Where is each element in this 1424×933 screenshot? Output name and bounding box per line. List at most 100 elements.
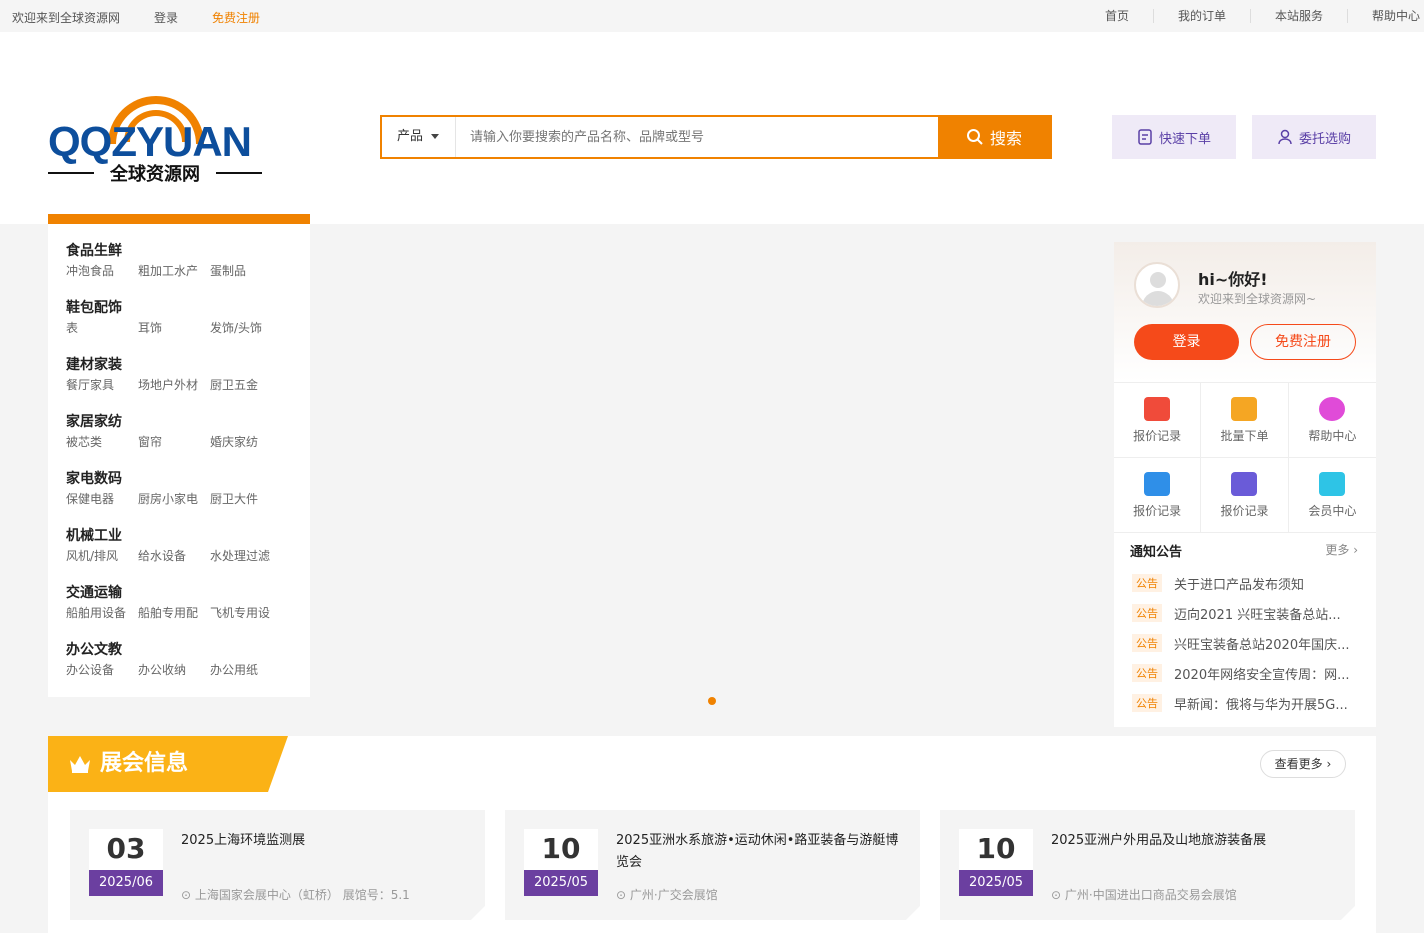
panel-register-button[interactable]: 免费注册 — [1250, 324, 1356, 360]
top-link-home[interactable]: 首页 — [1081, 9, 1153, 23]
register-link[interactable]: 免费注册 — [212, 9, 260, 26]
category-title[interactable]: 交通运输 — [66, 582, 310, 604]
subcategory-link[interactable]: 风机/排风 — [66, 547, 138, 564]
subcategory-link[interactable]: 表 — [66, 319, 138, 336]
notice-tag: 公告 — [1132, 574, 1162, 592]
shortcut-quote-records-2[interactable]: 报价记录 — [1114, 458, 1202, 533]
subcategory-link[interactable]: 耳饰 — [138, 319, 210, 336]
subcategory-link[interactable]: 窗帘 — [138, 433, 210, 450]
subcategory-link[interactable]: 办公用纸 — [210, 661, 282, 678]
expo-day: 03 — [106, 832, 146, 865]
top-link-orders[interactable]: 我的订单 — [1152, 9, 1250, 23]
search-input[interactable] — [456, 117, 938, 157]
subcategory-link[interactable]: 办公设备 — [66, 661, 138, 678]
entrust-button[interactable]: 委托选购 — [1252, 115, 1376, 159]
cart-icon — [1231, 396, 1258, 421]
notice-item[interactable]: 公告 迈向2021 兴旺宝装备总站... — [1132, 598, 1360, 628]
subcategory-link[interactable]: 婚庆家纺 — [210, 433, 282, 450]
notice-more-label: 更多 — [1325, 543, 1350, 557]
shortcut-bulk-order[interactable]: 批量下单 — [1201, 383, 1289, 458]
user-icon — [1278, 129, 1292, 145]
category-group: 建材家装 餐厅家具 场地户外材 厨卫五金 — [66, 354, 310, 411]
shortcut-grid: 报价记录 批量下单 帮助中心 报价记录 报价记录 会员中心 — [1114, 382, 1376, 533]
subcategory-link[interactable]: 船舶专用配 — [138, 604, 210, 621]
category-group: 家电数码 保健电器 厨房小家电 厨卫大件 — [66, 468, 310, 525]
shortcut-quote-records-3[interactable]: 报价记录 — [1201, 458, 1289, 533]
notice-tag: 公告 — [1132, 634, 1162, 652]
top-link-services[interactable]: 本站服务 — [1249, 9, 1347, 23]
subcategory-link[interactable]: 给水设备 — [138, 547, 210, 564]
shortcut-label: 帮助中心 — [1308, 428, 1357, 443]
panel-login-button[interactable]: 登录 — [1134, 324, 1239, 360]
category-group: 家居家纺 被芯类 窗帘 婚庆家纺 — [66, 411, 310, 468]
search-category-select[interactable]: 产品 — [382, 117, 456, 157]
category-title[interactable]: 建材家装 — [66, 354, 310, 376]
search-bar: 产品 搜索 — [380, 115, 1052, 159]
chevron-right-icon: › — [1353, 543, 1358, 557]
subcategory-link[interactable]: 冲泡食品 — [66, 262, 138, 279]
top-link-help[interactable]: 帮助中心 — [1346, 9, 1424, 23]
expo-day: 10 — [541, 832, 581, 865]
subcategory-link[interactable]: 被芯类 — [66, 433, 138, 450]
top-bar: 欢迎来到全球资源网 登录 免费注册 首页 我的订单 本站服务 帮助中心 — [0, 0, 1424, 32]
expo-title: 展会信息 — [100, 751, 189, 776]
avatar — [1134, 262, 1180, 308]
subcategory-link[interactable]: 厨房小家电 — [138, 490, 210, 507]
site-logo[interactable]: QQZYUAN 全球资源网 — [48, 96, 268, 186]
expo-month: 2025/05 — [959, 870, 1033, 896]
expo-more-button[interactable]: 查看更多 › — [1260, 750, 1346, 778]
subcategory-link[interactable]: 保健电器 — [66, 490, 138, 507]
quick-order-button[interactable]: 快速下单 — [1112, 115, 1236, 159]
notice-tag: 公告 — [1132, 664, 1162, 682]
shortcut-help[interactable]: 帮助中心 — [1288, 383, 1376, 458]
subcategory-link[interactable]: 办公收纳 — [138, 661, 210, 678]
notice-item[interactable]: 公告 2020年网络安全宣传周：网... — [1132, 658, 1360, 688]
category-title[interactable]: 机械工业 — [66, 525, 310, 547]
entrust-label: 委托选购 — [1298, 131, 1351, 147]
banner-carousel[interactable] — [310, 224, 1114, 712]
subcategory-link[interactable]: 蛋制品 — [210, 262, 282, 279]
category-title[interactable]: 鞋包配饰 — [66, 297, 310, 319]
card-corner-fold — [906, 906, 920, 920]
login-link[interactable]: 登录 — [154, 9, 178, 26]
expo-month: 2025/05 — [524, 870, 598, 896]
expo-header: 展会信息 — [48, 736, 288, 792]
expo-section: 展会信息 查看更多 › 03 2025/06 2025上海环境监测展 ⊙ 上海国家… — [48, 736, 1376, 933]
notice-tag: 公告 — [1132, 694, 1162, 712]
notice-item[interactable]: 公告 兴旺宝装备总站2020年国庆... — [1132, 628, 1360, 658]
order-icon — [1138, 129, 1152, 145]
welcome-text: 欢迎来到全球资源网 — [12, 11, 121, 25]
notice-more-link[interactable]: 更多 › — [1325, 541, 1358, 560]
shortcut-quote-records[interactable]: 报价记录 — [1114, 383, 1202, 458]
chevron-right-icon: › — [1326, 757, 1332, 771]
expo-card[interactable]: 10 2025/05 2025亚洲水系旅游•运动休闲•路亚装备与游艇博览会 ⊙ 广… — [505, 810, 920, 920]
category-group: 交通运输 船舶用设备 船舶专用配 飞机专用设 — [66, 582, 310, 639]
expo-card-title: 2025亚洲水系旅游•运动休闲•路亚装备与游艇博览会 — [616, 833, 899, 870]
category-title[interactable]: 食品生鲜 — [66, 240, 310, 262]
expo-location-text: 广州·广交会展馆 — [629, 888, 718, 902]
carousel-dot[interactable] — [708, 697, 716, 705]
category-title[interactable]: 家居家纺 — [66, 411, 310, 433]
category-panel: 食品生鲜 冲泡食品 粗加工水产 蛋制品 鞋包配饰 表耳饰 发饰/头饰 建材家装 餐厅家… — [48, 224, 310, 697]
subcategory-link[interactable]: 水处理过滤 — [210, 547, 282, 564]
shortcut-label: 批量下单 — [1220, 428, 1269, 443]
subcategory-link[interactable]: 粗加工水产 — [138, 262, 210, 279]
shortcut-member-center[interactable]: 会员中心 — [1288, 458, 1376, 533]
subcategory-link[interactable]: 场地户外材 — [138, 376, 210, 393]
shortcut-label: 报价记录 — [1133, 428, 1182, 443]
notice-item[interactable]: 公告 早新闻：俄将与华为开展5G... — [1132, 688, 1360, 718]
subcategory-link[interactable]: 厨卫五金 — [210, 376, 282, 393]
category-title[interactable]: 家电数码 — [66, 468, 310, 490]
expo-card[interactable]: 10 2025/05 2025亚洲户外用品及山地旅游装备展 ⊙ 广州·中国进出口商… — [940, 810, 1355, 920]
expo-card[interactable]: 03 2025/06 2025上海环境监测展 ⊙ 上海国家会展中心（虹桥） 展馆号… — [70, 810, 485, 920]
expo-location: ⊙ 广州·中国进出口商品交易会展馆 — [1051, 886, 1237, 903]
expo-location: ⊙ 广州·广交会展馆 — [616, 886, 718, 903]
subcategory-link[interactable]: 发饰/头饰 — [210, 319, 282, 336]
notice-item[interactable]: 公告 关于进口产品发布须知 — [1132, 568, 1360, 598]
category-title[interactable]: 办公文教 — [66, 639, 310, 661]
subcategory-link[interactable]: 飞机专用设 — [210, 604, 282, 621]
subcategory-link[interactable]: 厨卫大件 — [210, 490, 282, 507]
search-button[interactable]: 搜索 — [938, 117, 1050, 157]
subcategory-link[interactable]: 船舶用设备 — [66, 604, 138, 621]
subcategory-link[interactable]: 餐厅家具 — [66, 376, 138, 393]
